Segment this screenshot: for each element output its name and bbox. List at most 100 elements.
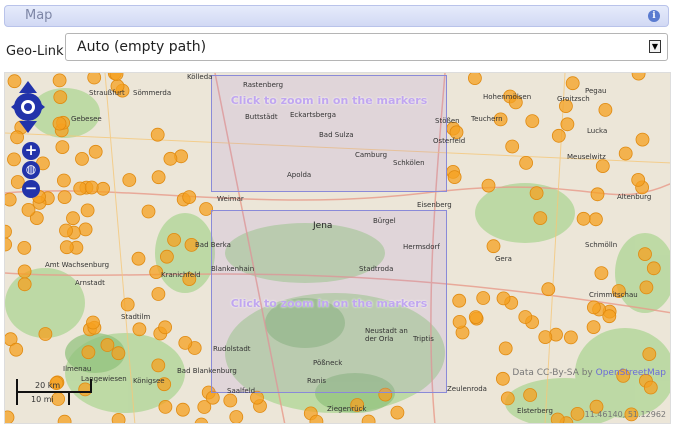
map-view[interactable]: Click to zoom in on the markers Click to… — [4, 72, 671, 424]
map-marker[interactable] — [17, 240, 32, 255]
map-marker[interactable] — [565, 76, 580, 91]
map-marker[interactable] — [550, 412, 565, 424]
map-marker[interactable] — [131, 251, 146, 266]
map-marker[interactable] — [158, 320, 173, 335]
pan-control[interactable] — [11, 81, 45, 133]
map-marker[interactable] — [55, 140, 70, 154]
map-marker[interactable] — [175, 402, 190, 417]
map-marker[interactable] — [635, 132, 650, 147]
map-marker[interactable] — [481, 178, 496, 193]
map-marker[interactable] — [519, 156, 533, 170]
chevron-down-icon[interactable]: ▼ — [649, 40, 661, 53]
map-marker[interactable] — [486, 239, 501, 254]
map-marker[interactable] — [560, 117, 575, 132]
map-marker[interactable] — [523, 388, 537, 402]
map-marker[interactable] — [5, 410, 15, 424]
map-marker[interactable] — [468, 73, 482, 85]
map-marker[interactable] — [452, 293, 467, 308]
map-marker[interactable] — [5, 237, 12, 252]
map-marker[interactable] — [78, 222, 93, 237]
map-marker[interactable] — [533, 211, 548, 226]
openstreetmap-link[interactable]: OpenStreetMap — [596, 368, 666, 378]
map-marker[interactable] — [7, 152, 21, 167]
map-marker[interactable] — [182, 190, 197, 204]
map-marker[interactable] — [86, 315, 100, 330]
map-marker[interactable] — [500, 391, 515, 406]
map-marker[interactable] — [141, 204, 156, 219]
map-marker[interactable] — [151, 170, 166, 185]
map-marker[interactable] — [163, 151, 178, 166]
map-marker[interactable] — [570, 406, 585, 421]
map-marker[interactable] — [5, 224, 12, 239]
map-marker[interactable] — [57, 414, 72, 424]
map-marker[interactable] — [120, 297, 135, 312]
map-marker[interactable] — [529, 186, 544, 200]
globe-icon[interactable]: ◍ — [22, 161, 40, 179]
map-marker[interactable] — [551, 128, 566, 143]
map-marker[interactable] — [75, 152, 89, 166]
map-marker[interactable] — [96, 181, 110, 196]
map-marker[interactable] — [5, 192, 17, 207]
map-marker[interactable] — [309, 414, 324, 424]
map-marker[interactable] — [538, 330, 553, 345]
map-marker[interactable] — [361, 414, 376, 424]
info-icon[interactable]: i — [648, 10, 660, 22]
map-marker[interactable] — [52, 116, 67, 131]
map-marker[interactable] — [59, 223, 73, 238]
map-marker[interactable] — [158, 399, 173, 414]
map-marker[interactable] — [452, 314, 467, 329]
map-marker[interactable] — [468, 310, 483, 325]
map-marker[interactable] — [17, 277, 32, 292]
map-marker[interactable] — [631, 73, 646, 81]
map-marker[interactable] — [178, 335, 193, 350]
map-marker[interactable] — [111, 346, 126, 361]
zoom-out-button[interactable]: − — [22, 180, 40, 198]
map-marker[interactable] — [80, 203, 95, 218]
map-marker[interactable] — [66, 211, 80, 226]
map-marker[interactable] — [496, 291, 511, 306]
map-marker[interactable] — [100, 338, 115, 352]
map-marker[interactable] — [167, 232, 182, 247]
map-marker[interactable] — [38, 327, 53, 341]
map-marker[interactable] — [194, 417, 209, 424]
geo-link-select[interactable]: Auto (empty path) ▼ — [65, 33, 668, 61]
zoom-in-button[interactable]: + — [22, 142, 40, 160]
map-marker[interactable] — [576, 211, 591, 226]
map-marker[interactable] — [81, 345, 96, 360]
map-marker[interactable] — [88, 144, 103, 159]
map-marker[interactable] — [643, 380, 658, 395]
map-marker[interactable] — [525, 114, 540, 128]
map-marker[interactable] — [541, 282, 556, 297]
map-marker[interactable] — [229, 410, 244, 424]
map-marker[interactable] — [9, 342, 24, 357]
map-panel-header[interactable]: Map i — [4, 5, 669, 27]
map-marker[interactable] — [518, 310, 533, 324]
map-marker[interactable] — [590, 187, 605, 202]
map-marker[interactable] — [631, 173, 646, 187]
map-marker[interactable] — [476, 291, 491, 305]
map-marker[interactable] — [505, 139, 520, 154]
map-marker[interactable] — [598, 103, 613, 117]
map-marker[interactable] — [589, 212, 603, 227]
map-marker[interactable] — [495, 371, 510, 386]
map-marker[interactable] — [638, 247, 652, 262]
map-marker[interactable] — [159, 249, 174, 264]
map-marker[interactable] — [564, 330, 578, 345]
map-marker[interactable] — [390, 405, 405, 420]
map-marker[interactable] — [642, 347, 657, 362]
map-marker[interactable] — [447, 170, 462, 184]
map-marker[interactable] — [57, 173, 71, 188]
map-marker[interactable] — [53, 90, 68, 105]
map-marker[interactable] — [73, 181, 88, 196]
map-marker[interactable] — [150, 127, 165, 142]
map-marker[interactable] — [498, 341, 513, 356]
map-marker[interactable] — [151, 358, 166, 373]
map-marker[interactable] — [87, 73, 102, 85]
map-marker[interactable] — [586, 320, 601, 335]
map-marker[interactable] — [57, 190, 72, 204]
map-marker[interactable] — [84, 180, 99, 195]
map-marker[interactable] — [223, 393, 238, 408]
map-marker[interactable] — [587, 300, 601, 315]
map-marker[interactable] — [59, 240, 74, 255]
map-marker[interactable] — [52, 73, 67, 88]
